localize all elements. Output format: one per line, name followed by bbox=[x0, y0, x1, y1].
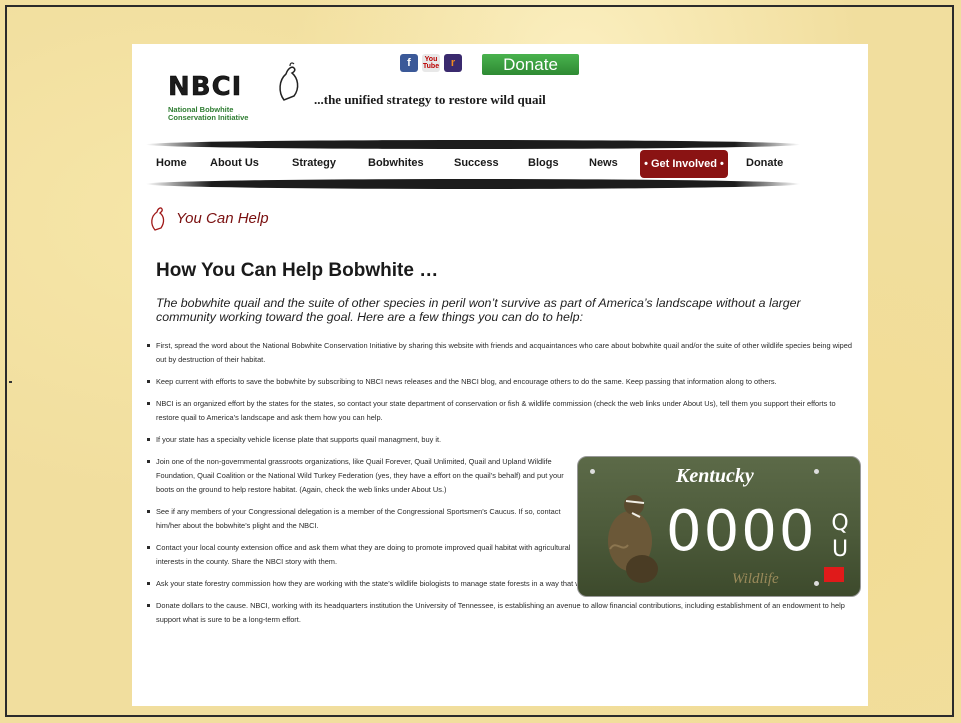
quail-bird-image bbox=[608, 495, 658, 583]
logo-text: NBCI bbox=[168, 72, 243, 103]
facebook-icon[interactable]: f bbox=[400, 54, 418, 72]
youtube-icon-top: You bbox=[424, 56, 438, 63]
nav-about-us[interactable]: About Us bbox=[210, 157, 259, 169]
stray-mark bbox=[9, 381, 12, 383]
list-item: Join one of the non-governmental grassro… bbox=[144, 455, 576, 497]
list-item: If your state has a specialty vehicle li… bbox=[144, 433, 576, 447]
plate-bolt bbox=[814, 581, 819, 586]
youtube-icon-bottom: Tube bbox=[422, 63, 440, 70]
nav-news[interactable]: News bbox=[589, 157, 618, 169]
nav-bar-top-border bbox=[146, 140, 800, 149]
youtube-icon[interactable]: You Tube bbox=[422, 54, 440, 72]
main-nav: Home About Us Strategy Bobwhites Success… bbox=[132, 150, 868, 178]
plate-state-name: Kentucky bbox=[676, 465, 754, 487]
nav-bobwhites[interactable]: Bobwhites bbox=[368, 157, 424, 169]
lead-paragraph: The bobwhite quail and the suite of othe… bbox=[156, 296, 801, 324]
logo-subtitle: National Bobwhite Conservation Initiativ… bbox=[168, 106, 248, 122]
plate-number: 0000 bbox=[666, 499, 817, 564]
kentucky-license-plate: Kentucky 0000 Q U Wildlife bbox=[577, 456, 861, 597]
rss-icon[interactable]: r bbox=[444, 54, 462, 72]
quail-section-icon bbox=[151, 207, 165, 231]
nav-get-involved[interactable]: • Get Involved • bbox=[640, 150, 728, 178]
nav-blogs[interactable]: Blogs bbox=[528, 157, 559, 169]
list-item: Donate dollars to the cause. NBCI, worki… bbox=[144, 599, 860, 627]
list-item: NBCI is an organized effort by the state… bbox=[144, 397, 860, 425]
web-page: NBCI National Bobwhite Conservation Init… bbox=[132, 44, 868, 706]
quail-logo-icon bbox=[279, 62, 299, 101]
tagline: ...the unified strategy to restore wild … bbox=[314, 92, 546, 107]
nav-home[interactable]: Home bbox=[156, 157, 187, 169]
nav-donate[interactable]: Donate bbox=[746, 157, 783, 169]
plate-side-letter-1: Q bbox=[831, 511, 849, 536]
plate-bottom-text: Wildlife bbox=[732, 571, 779, 587]
nav-strategy[interactable]: Strategy bbox=[292, 157, 336, 169]
nav-success[interactable]: Success bbox=[454, 157, 499, 169]
plate-side-letters: Q U bbox=[830, 511, 850, 563]
list-item: See if any members of your Congressional… bbox=[144, 505, 576, 533]
list-item: First, spread the word about the Nationa… bbox=[144, 339, 860, 367]
section-title: You Can Help bbox=[176, 210, 269, 227]
list-item: Keep current with efforts to save the bo… bbox=[144, 375, 860, 389]
nav-bar-bottom-border bbox=[146, 179, 800, 189]
list-item: Contact your local county extension offi… bbox=[144, 541, 576, 569]
donate-header-button[interactable]: Donate bbox=[482, 54, 579, 75]
plate-bolt bbox=[814, 469, 819, 474]
logo-subtitle-line2: Conservation Initiative bbox=[168, 113, 249, 122]
social-links: f You Tube r bbox=[400, 54, 462, 72]
page-heading: How You Can Help Bobwhite … bbox=[156, 260, 439, 281]
plate-registration-sticker bbox=[824, 567, 844, 582]
plate-side-letter-2: U bbox=[831, 537, 849, 562]
plate-bolt bbox=[590, 469, 595, 474]
nbci-logo[interactable]: NBCI National Bobwhite Conservation Init… bbox=[168, 62, 299, 126]
